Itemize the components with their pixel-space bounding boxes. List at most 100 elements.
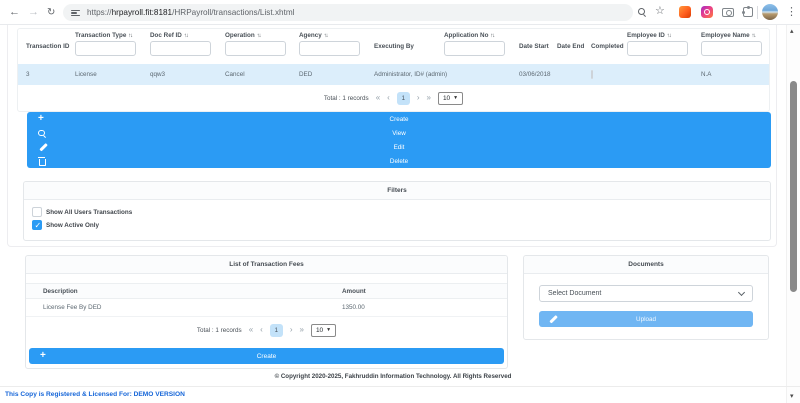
- cell-transaction-id: 3: [26, 71, 75, 78]
- first-page-icon[interactable]: «: [376, 94, 380, 102]
- edit-label: Edit: [27, 144, 771, 151]
- filters-panel: Filters Show All Users Transactions Show…: [23, 181, 771, 241]
- fees-title: List of Transaction Fees: [26, 256, 507, 274]
- sort-icon[interactable]: ↑↓: [490, 33, 494, 39]
- filter-show-all-users[interactable]: Show All Users Transactions: [32, 207, 762, 217]
- scrollbar-thumb[interactable]: [790, 81, 797, 292]
- documents-panel: Documents Select Document Upload: [523, 255, 769, 340]
- fee-description: License Fee By DED: [26, 304, 342, 311]
- sort-application-no[interactable]: Application No↑↓: [444, 32, 519, 39]
- view-button[interactable]: View: [27, 126, 771, 140]
- completed-checkbox[interactable]: [591, 70, 593, 79]
- cell-executing-by: Administrator, ID# (admin): [374, 71, 444, 78]
- edit-button[interactable]: Edit: [27, 140, 771, 154]
- sort-employee-name[interactable]: Employee Name↑↓: [701, 32, 769, 39]
- fees-table-row[interactable]: License Fee By DED 1350.00: [26, 299, 507, 317]
- delete-label: Delete: [27, 158, 771, 165]
- cell-employee-name: N.A: [701, 71, 769, 78]
- trash-icon: [38, 154, 45, 168]
- sort-employee-id[interactable]: Employee ID↑↓: [627, 32, 701, 39]
- site-settings-icon[interactable]: [71, 8, 80, 17]
- footer-divider: [0, 386, 800, 387]
- sort-agency[interactable]: Agency↑↓: [299, 32, 374, 39]
- sort-icon[interactable]: ↑↓: [752, 33, 756, 39]
- prev-page-icon[interactable]: ‹: [387, 94, 390, 102]
- extensions-puzzle-icon[interactable]: [743, 7, 753, 17]
- scroll-down-icon[interactable]: ▾: [790, 393, 794, 400]
- create-label: Create: [27, 116, 771, 123]
- toolbar-divider: [757, 6, 758, 19]
- create-fee-button[interactable]: + Create: [29, 348, 504, 364]
- scroll-up-icon[interactable]: ▴: [790, 28, 794, 35]
- sort-icon[interactable]: ↑↓: [324, 33, 328, 39]
- show-all-users-checkbox[interactable]: [32, 207, 42, 217]
- cell-completed: [591, 71, 627, 78]
- plus-icon: +: [40, 348, 46, 364]
- upload-label: Upload: [539, 316, 753, 323]
- zoom-icon[interactable]: [638, 8, 645, 15]
- sort-icon[interactable]: ↑↓: [184, 33, 188, 39]
- next-page-icon[interactable]: ›: [290, 326, 293, 334]
- prev-page-icon[interactable]: ‹: [260, 326, 263, 334]
- column-completed: Completed: [591, 32, 627, 60]
- table-row[interactable]: 3 License qqw3 Cancel DED Administrator,…: [18, 64, 769, 85]
- filter-input-application-no[interactable]: [444, 41, 505, 56]
- filter-input-employee-name[interactable]: [701, 41, 762, 56]
- sort-icon[interactable]: ↑↓: [257, 33, 261, 39]
- cell-operation: Cancel: [225, 71, 299, 78]
- extension-camera-icon[interactable]: [722, 8, 734, 17]
- filter-input-operation[interactable]: [225, 41, 286, 56]
- back-icon[interactable]: ←: [9, 5, 20, 19]
- sort-doc-ref-id[interactable]: Doc Ref ID↑↓: [150, 32, 225, 39]
- extension-pink-icon[interactable]: [701, 6, 713, 18]
- create-button[interactable]: + Create: [27, 112, 771, 126]
- column-executing-by: Executing By: [374, 32, 444, 60]
- filter-input-employee-id[interactable]: [627, 41, 688, 56]
- filter-input-doc-ref-id[interactable]: [150, 41, 211, 56]
- copyright-text: © Copyright 2020-2025, Fakhruddin Inform…: [0, 373, 786, 380]
- checkbox-label: Show Active Only: [46, 222, 99, 229]
- chevron-down-icon: ▼: [326, 327, 331, 333]
- sort-icon[interactable]: ↑↓: [667, 33, 671, 39]
- bookmark-star-icon[interactable]: ☆: [655, 4, 665, 17]
- page-size-select[interactable]: 10▼: [438, 92, 463, 105]
- delete-button[interactable]: Delete: [27, 154, 771, 168]
- address-bar[interactable]: https://hrpayroll.fit:8181/HRPayroll/tra…: [63, 4, 633, 21]
- browser-menu-icon[interactable]: ⋮: [786, 5, 797, 18]
- current-page[interactable]: 1: [270, 324, 283, 337]
- search-icon: [38, 126, 45, 140]
- next-page-icon[interactable]: ›: [417, 94, 420, 102]
- forward-icon[interactable]: →: [28, 5, 39, 19]
- first-page-icon[interactable]: «: [249, 326, 253, 334]
- column-label: Completed: [591, 43, 627, 50]
- column-transaction-id: Transaction ID: [26, 32, 75, 60]
- current-page[interactable]: 1: [397, 92, 410, 105]
- reload-icon[interactable]: ↻: [47, 6, 55, 20]
- fee-amount: 1350.00: [342, 304, 507, 311]
- filter-show-active-only[interactable]: Show Active Only: [32, 220, 762, 230]
- sort-icon[interactable]: ↑↓: [128, 33, 132, 39]
- upload-button[interactable]: Upload: [539, 311, 753, 327]
- filter-input-transaction-type[interactable]: [75, 41, 136, 56]
- column-agency: Agency↑↓: [299, 32, 374, 60]
- filter-input-agency[interactable]: [299, 41, 360, 56]
- column-employee-name: Employee Name↑↓: [701, 32, 769, 60]
- document-select[interactable]: Select Document: [539, 285, 753, 302]
- show-active-only-checkbox[interactable]: [32, 220, 42, 230]
- checkbox-label: Show All Users Transactions: [46, 209, 132, 216]
- last-page-icon[interactable]: »: [426, 94, 430, 102]
- profile-avatar[interactable]: [762, 4, 778, 20]
- transactions-table: Transaction ID Transaction Type↑↓ Doc Re…: [17, 28, 770, 112]
- sort-operation[interactable]: Operation↑↓: [225, 32, 299, 39]
- pencil-icon: [548, 311, 558, 327]
- paginator-total: Total : 1 records: [197, 327, 242, 334]
- page-size-select[interactable]: 10▼: [311, 324, 336, 337]
- url-text: https://hrpayroll.fit:8181/HRPayroll/tra…: [87, 8, 295, 17]
- column-operation: Operation↑↓: [225, 32, 299, 60]
- sort-transaction-type[interactable]: Transaction Type↑↓: [75, 32, 150, 39]
- create-fee-label: Create: [29, 353, 504, 360]
- vertical-scrollbar[interactable]: ▴ ▾: [786, 25, 800, 403]
- extension-fox-icon[interactable]: [679, 6, 691, 18]
- chevron-down-icon: ▼: [453, 95, 458, 101]
- last-page-icon[interactable]: »: [299, 326, 303, 334]
